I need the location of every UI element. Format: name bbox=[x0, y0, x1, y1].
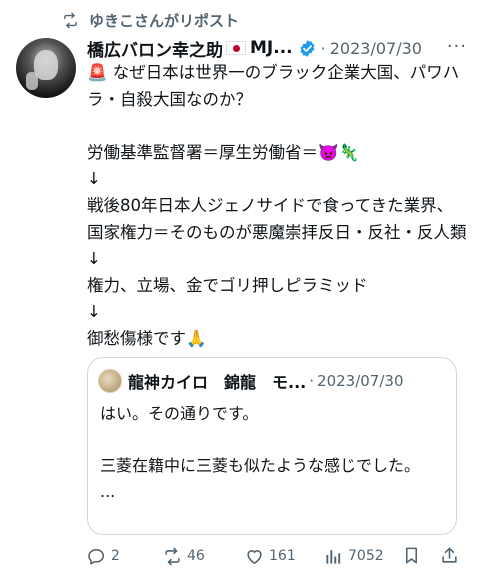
avatar-hand bbox=[26, 72, 38, 90]
post-date[interactable]: 2023/07/30 bbox=[330, 39, 422, 58]
views-count: 7052 bbox=[348, 548, 384, 564]
bookmark-icon[interactable] bbox=[402, 546, 421, 565]
like-count: 161 bbox=[269, 548, 296, 564]
separator-dot: · bbox=[309, 372, 315, 390]
quoted-author-name: 龍神カイロ 錦龍 モ... bbox=[128, 373, 307, 392]
reply-count: 2 bbox=[111, 548, 120, 564]
like-button[interactable]: 161 bbox=[245, 544, 296, 568]
quoted-author-avatar bbox=[98, 369, 122, 393]
views-button[interactable]: 7052 bbox=[324, 544, 384, 568]
quoted-post[interactable]: 龍神カイロ 錦龍 モ... · 2023/07/30 はい。その通りです。 三菱… bbox=[87, 357, 457, 535]
verified-badge-icon bbox=[300, 39, 315, 57]
repost-button[interactable]: 46 bbox=[163, 544, 205, 568]
quoted-post-text: はい。その通りです。 三菱在籍中に三菱も似たような感じでした。 ... bbox=[100, 404, 421, 501]
author-display-name[interactable]: 橋広バロン幸之助 bbox=[87, 36, 223, 61]
repost-indicator[interactable]: ゆきこさんがリポスト bbox=[62, 10, 239, 30]
reply-button[interactable]: 2 bbox=[87, 544, 120, 568]
author-avatar[interactable] bbox=[16, 38, 76, 98]
reply-icon bbox=[88, 548, 105, 564]
share-icon[interactable] bbox=[440, 546, 459, 565]
post-body-text: 🚨 なぜ日本は世界一のブラック企業大国、パワハラ・自殺大国なのか？ 労働基準監督… bbox=[87, 63, 467, 348]
post-header: 橋広バロン幸之助 MJ... · 2023/07/30 ··· bbox=[87, 36, 467, 61]
more-options-icon[interactable]: ··· bbox=[447, 36, 467, 57]
repost-icon bbox=[165, 547, 180, 565]
views-icon bbox=[326, 549, 341, 564]
repost-icon bbox=[64, 12, 77, 28]
japan-flag-icon bbox=[226, 41, 246, 55]
repost-text: ゆきこさんがリポスト bbox=[89, 11, 240, 30]
repost-count: 46 bbox=[187, 548, 205, 564]
author-name-suffix[interactable]: MJ... bbox=[250, 38, 293, 58]
action-bar: 2 46 161 7052 bbox=[87, 544, 462, 568]
separator-dot: · bbox=[320, 38, 326, 58]
quoted-post-header: 龍神カイロ 錦龍 モ... · 2023/07/30 bbox=[98, 369, 404, 393]
like-icon bbox=[247, 549, 262, 564]
quoted-post-date: 2023/07/30 bbox=[317, 372, 404, 390]
